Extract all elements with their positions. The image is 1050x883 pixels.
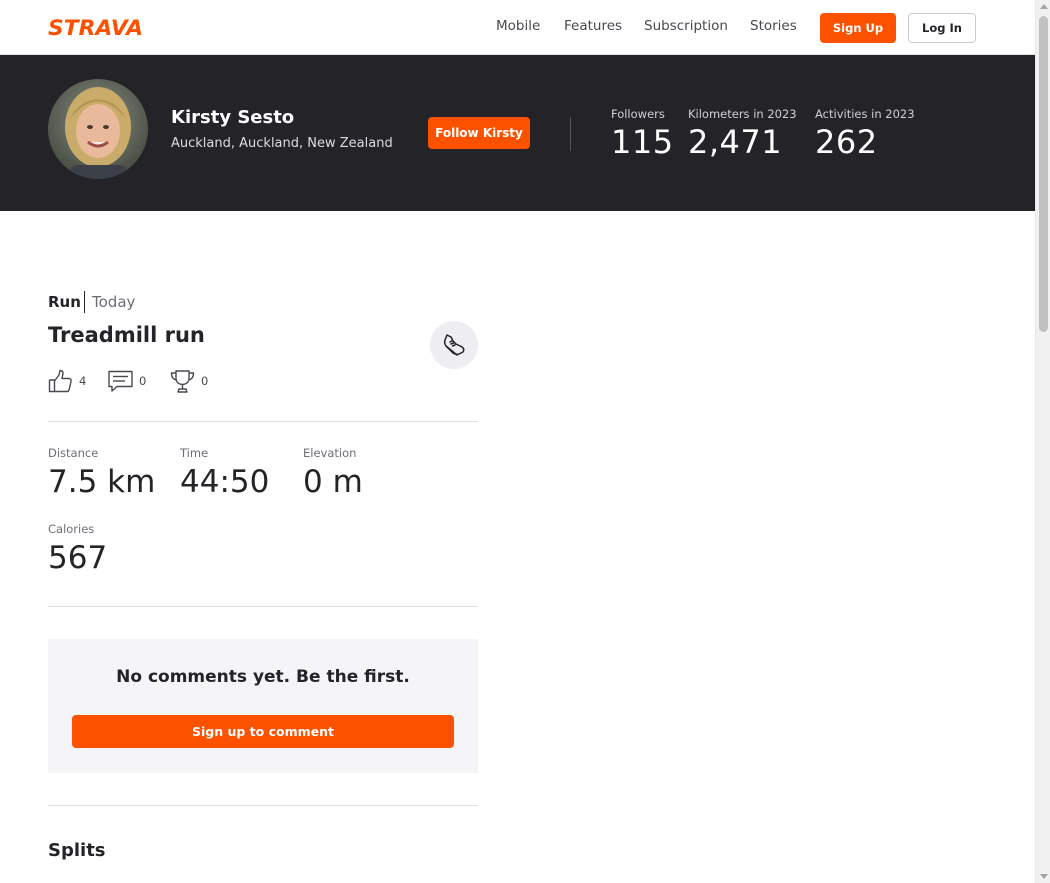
metric-elevation: Elevation 0 m bbox=[303, 446, 363, 500]
header-divider bbox=[570, 117, 571, 151]
scrollbar-thumb[interactable] bbox=[1039, 16, 1048, 332]
metric-value: 567 bbox=[48, 540, 108, 576]
achievements-button[interactable]: 0 bbox=[170, 367, 208, 395]
metric-calories: Calories 567 bbox=[48, 522, 107, 576]
log-in-button[interactable]: Log In bbox=[908, 13, 976, 43]
metric-label: Distance bbox=[48, 446, 99, 460]
strava-logo[interactable]: STRAVA bbox=[48, 17, 143, 37]
metric-label: Calories bbox=[48, 522, 95, 536]
nav-link-mobile[interactable]: Mobile bbox=[496, 18, 540, 34]
type-separator bbox=[84, 291, 85, 313]
page: STRAVA Mobile Features Subscription Stor… bbox=[0, 0, 1035, 883]
metric-value: 44:50 bbox=[180, 464, 270, 500]
activity-type-badge bbox=[430, 321, 478, 369]
stat-kilometers: Kilometers in 2023 2,471 bbox=[688, 107, 797, 161]
stat-value: 2,471 bbox=[688, 123, 783, 161]
nav-link-features[interactable]: Features bbox=[564, 18, 622, 34]
activity-title: Treadmill run bbox=[48, 323, 205, 347]
metric-label: Elevation bbox=[303, 446, 357, 460]
comments-count: 0 bbox=[139, 374, 147, 388]
splits-heading: Splits bbox=[48, 840, 106, 861]
scroll-up-arrow-icon[interactable] bbox=[1040, 4, 1048, 9]
top-navigation: STRAVA Mobile Features Subscription Stor… bbox=[0, 0, 1035, 55]
sign-up-to-comment-button[interactable]: Sign up to comment bbox=[72, 715, 454, 748]
stat-followers: Followers 115 bbox=[611, 107, 674, 161]
stat-value: 115 bbox=[611, 123, 674, 161]
svg-text:STRAVA: STRAVA bbox=[48, 17, 143, 37]
athlete-location: Auckland, Auckland, New Zealand bbox=[171, 136, 393, 151]
metric-value: 7.5 km bbox=[48, 464, 156, 500]
shoe-icon bbox=[443, 334, 465, 356]
stat-label: Kilometers in 2023 bbox=[688, 107, 797, 121]
comment-icon bbox=[108, 370, 133, 392]
follow-button[interactable]: Follow Kirsty bbox=[428, 117, 530, 149]
kudos-button[interactable]: 4 bbox=[48, 367, 86, 395]
activity-date: Today bbox=[92, 293, 136, 311]
metric-distance: Distance 7.5 km bbox=[48, 446, 155, 500]
vertical-scrollbar[interactable] bbox=[1035, 0, 1050, 883]
section-divider bbox=[48, 606, 478, 607]
comments-panel: No comments yet. Be the first. Sign up t… bbox=[48, 639, 478, 773]
achievements-count: 0 bbox=[201, 374, 209, 388]
stat-label: Activities in 2023 bbox=[815, 107, 915, 121]
section-divider bbox=[48, 805, 478, 806]
no-comments-message: No comments yet. Be the first. bbox=[116, 667, 410, 687]
kudos-count: 4 bbox=[79, 374, 87, 388]
activity-type: Run bbox=[48, 293, 81, 311]
metric-value: 0 m bbox=[303, 464, 363, 500]
metric-label: Time bbox=[180, 446, 209, 460]
avatar-photo bbox=[48, 79, 148, 179]
nav-link-stories[interactable]: Stories bbox=[750, 18, 797, 34]
athlete-name[interactable]: Kirsty Sesto bbox=[171, 107, 294, 128]
nav-link-subscription[interactable]: Subscription bbox=[644, 18, 728, 34]
trophy-icon bbox=[170, 369, 195, 393]
athlete-header: Kirsty Sesto Auckland, Auckland, New Zea… bbox=[0, 55, 1035, 211]
stat-label: Followers bbox=[611, 107, 665, 121]
comments-button[interactable]: 0 bbox=[108, 367, 146, 395]
stat-value: 262 bbox=[815, 123, 878, 161]
scroll-down-arrow-icon[interactable] bbox=[1040, 874, 1048, 879]
thumbs-up-icon bbox=[48, 369, 72, 392]
stat-activities: Activities in 2023 262 bbox=[815, 107, 915, 161]
athlete-avatar[interactable] bbox=[48, 79, 148, 179]
sign-up-button[interactable]: Sign Up bbox=[820, 13, 896, 43]
metric-time: Time 44:50 bbox=[180, 446, 269, 500]
section-divider bbox=[48, 421, 478, 422]
